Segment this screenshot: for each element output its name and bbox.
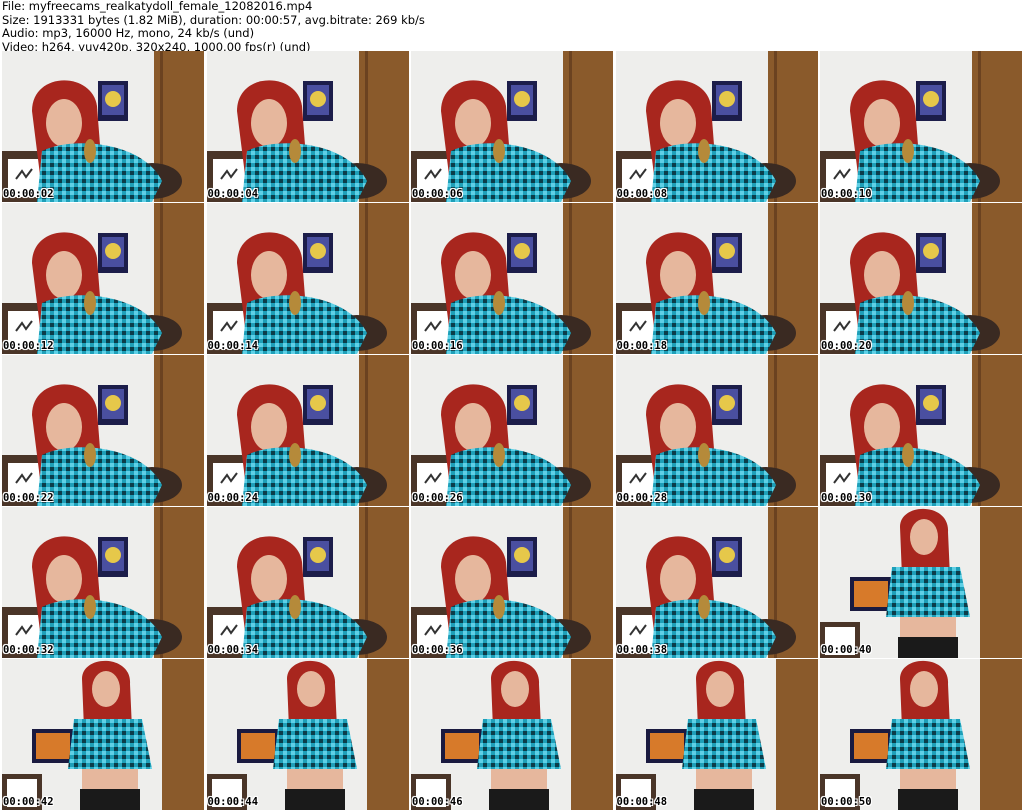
video-thumbnail: 00:00:12: [2, 203, 204, 354]
timestamp-label: 00:00:26: [412, 492, 463, 504]
video-thumbnail: 00:00:40: [820, 507, 1022, 658]
video-thumbnail: 00:00:28: [615, 355, 818, 506]
video-thumbnail: 00:00:32: [2, 507, 204, 658]
video-thumbnail: 00:00:06: [411, 51, 613, 202]
thumbnail-grid: 00:00:02 00:00:04 00:00:06 00:00:08 00:0…: [2, 51, 1022, 810]
video-thumbnail: 00:00:46: [411, 659, 613, 810]
timestamp-label: 00:00:34: [207, 644, 259, 656]
video-thumbnail: 00:00:18: [615, 203, 818, 354]
timestamp-label: 00:00:14: [207, 340, 259, 352]
timestamp-label: 00:00:28: [616, 492, 668, 504]
video-thumbnail: 00:00:10: [820, 51, 1022, 202]
video-thumbnail: 00:00:24: [206, 355, 409, 506]
timestamp-label: 00:00:16: [412, 340, 463, 352]
timestamp-label: 00:00:02: [3, 188, 54, 200]
video-thumbnail: 00:00:34: [206, 507, 409, 658]
timestamp-label: 00:00:48: [616, 796, 668, 808]
timestamp-label: 00:00:12: [3, 340, 54, 352]
timestamp-label: 00:00:38: [616, 644, 668, 656]
video-thumbnail: 00:00:02: [2, 51, 204, 202]
video-thumbnail: 00:00:48: [615, 659, 818, 810]
timestamp-label: 00:00:20: [821, 340, 872, 352]
file-line: File: myfreecams_realkatydoll_female_120…: [2, 0, 313, 13]
timestamp-label: 00:00:50: [821, 796, 872, 808]
timestamp-label: 00:00:10: [821, 188, 872, 200]
timestamp-label: 00:00:06: [412, 188, 463, 200]
video-thumbnail: 00:00:22: [2, 355, 204, 506]
timestamp-label: 00:00:42: [3, 796, 54, 808]
video-thumbnail: 00:00:08: [615, 51, 818, 202]
timestamp-label: 00:00:24: [207, 492, 259, 504]
timestamp-label: 00:00:44: [207, 796, 259, 808]
audio-line: Audio: mp3, 16000 Hz, mono, 24 kb/s (und…: [2, 26, 255, 41]
video-thumbnail: 00:00:36: [411, 507, 613, 658]
video-thumbnail: 00:00:04: [206, 51, 409, 202]
timestamp-label: 00:00:22: [3, 492, 54, 504]
timestamp-label: 00:00:36: [412, 644, 463, 656]
video-thumbnail: 00:00:26: [411, 355, 613, 506]
timestamp-label: 00:00:08: [616, 188, 668, 200]
timestamp-label: 00:00:32: [3, 644, 54, 656]
video-thumbnail: 00:00:20: [820, 203, 1022, 354]
video-thumbnail: 00:00:42: [2, 659, 204, 810]
timestamp-label: 00:00:46: [412, 796, 463, 808]
timestamp-label: 00:00:40: [821, 644, 872, 656]
size-line: Size: 1913331 bytes (1.82 MiB), duration…: [2, 12, 425, 27]
timestamp-label: 00:00:04: [207, 188, 259, 200]
video-thumbnail: 00:00:14: [206, 203, 409, 354]
video-thumbnail: 00:00:50: [820, 659, 1022, 810]
video-thumbnail: 00:00:30: [820, 355, 1022, 506]
video-thumbnail: 00:00:16: [411, 203, 613, 354]
video-thumbnail: 00:00:38: [615, 507, 818, 658]
timestamp-label: 00:00:30: [821, 492, 872, 504]
file-info-header: File: myfreecams_realkatydoll_female_120…: [2, 0, 425, 54]
timestamp-label: 00:00:18: [616, 340, 668, 352]
video-thumbnail: 00:00:44: [206, 659, 409, 810]
